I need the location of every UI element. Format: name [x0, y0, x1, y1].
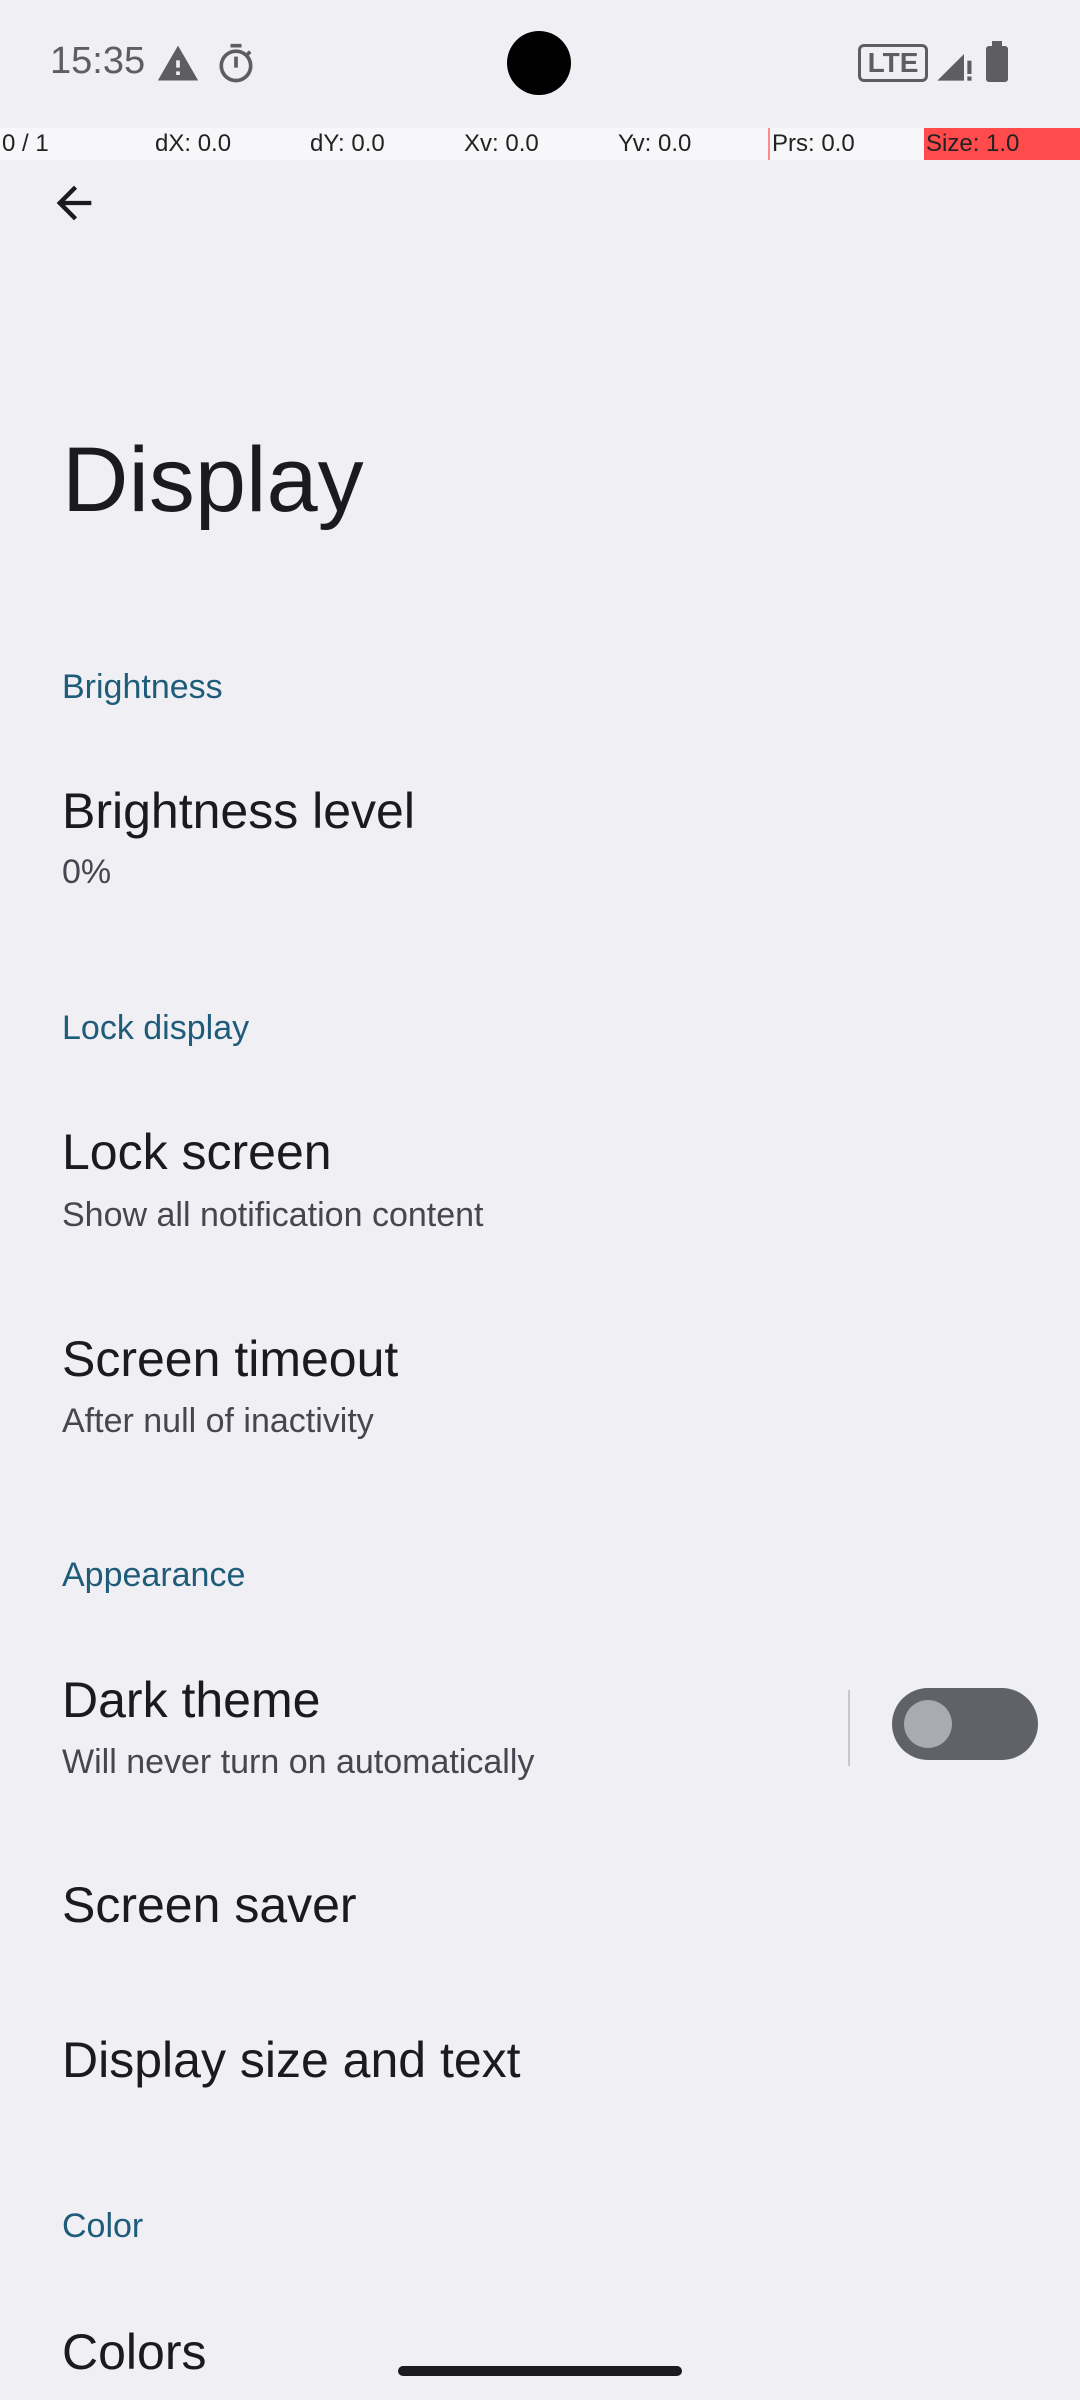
- lte-badge: LTE: [858, 44, 928, 82]
- warning-icon: [157, 45, 199, 81]
- gesture-nav-handle[interactable]: [398, 2366, 682, 2376]
- page-title: Display: [62, 429, 364, 531]
- display-size-title: Display size and text: [62, 2032, 521, 2088]
- dark-theme-title: Dark theme: [62, 1672, 321, 1728]
- lock-screen-title: Lock screen: [62, 1124, 332, 1180]
- screen-saver-title: Screen saver: [62, 1877, 357, 1933]
- debug-dy: dY: 0.0: [310, 130, 385, 157]
- colors-title: Colors: [62, 2324, 207, 2380]
- dark-theme-toggle[interactable]: [892, 1688, 1038, 1760]
- pointer-debug-bar: 0 / 1 dX: 0.0 dY: 0.0 Xv: 0.0 Yv: 0.0 Pr…: [0, 128, 1080, 160]
- back-button[interactable]: [0, 130, 148, 276]
- section-header-brightness: Brightness: [62, 668, 223, 706]
- timer-icon: [219, 43, 253, 83]
- dark-theme-summary: Will never turn on automatically: [62, 1743, 535, 1781]
- debug-xv: Xv: 0.0: [464, 130, 539, 157]
- status-time: 15:35: [50, 40, 146, 82]
- toggle-divider: [848, 1690, 850, 1766]
- debug-dx: dX: 0.0: [155, 130, 232, 157]
- debug-size-badge: Size: 1.0: [924, 128, 1080, 160]
- battery-icon: [986, 41, 1008, 82]
- debug-size: Size: 1.0: [926, 130, 1020, 157]
- camera-cutout: [507, 31, 571, 95]
- signal-icon: [937, 54, 972, 81]
- debug-divider: [768, 128, 770, 160]
- section-header-appearance: Appearance: [62, 1556, 246, 1594]
- section-header-lock-display: Lock display: [62, 1009, 250, 1047]
- screen-timeout-summary: After null of inactivity: [62, 1402, 374, 1440]
- toggle-knob: [904, 1700, 952, 1748]
- debug-prs: Prs: 0.0: [772, 130, 855, 157]
- lock-screen-summary: Show all notification content: [62, 1196, 484, 1234]
- arrow-back-icon: [56, 185, 92, 221]
- brightness-level-value: 0%: [62, 853, 112, 891]
- section-header-color: Color: [62, 2207, 144, 2245]
- screen-timeout-title: Screen timeout: [62, 1331, 399, 1387]
- brightness-level-title: Brightness level: [62, 783, 415, 839]
- debug-yv: Yv: 0.0: [618, 130, 692, 157]
- status-bar: 15:35 LTE: [0, 0, 1080, 128]
